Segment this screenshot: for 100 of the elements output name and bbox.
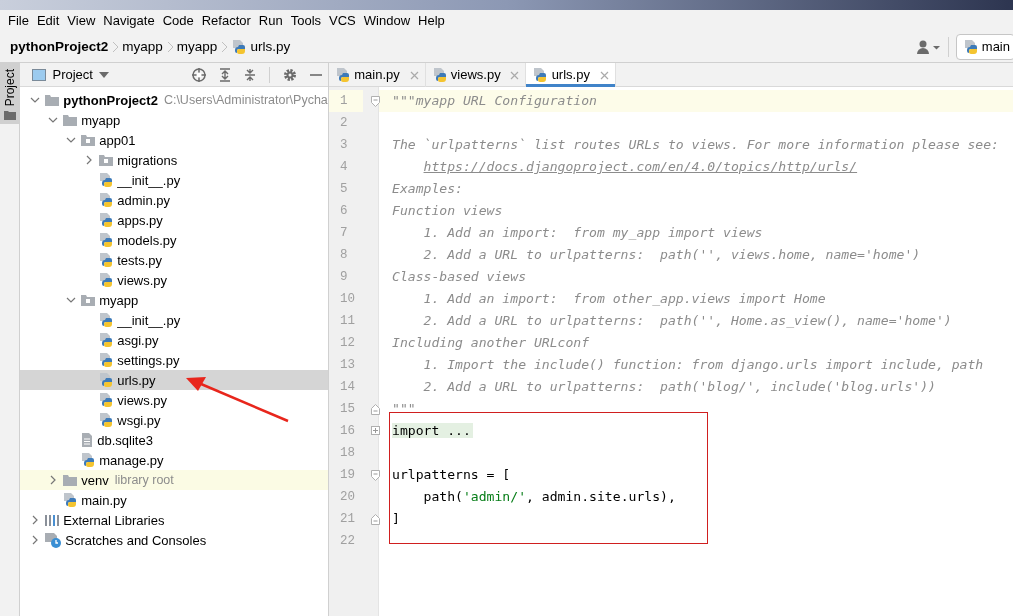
code-text: 'admin/'	[462, 489, 527, 505]
menu-item[interactable]: Tools	[286, 10, 326, 32]
python-file-icon	[80, 452, 96, 469]
line-number: 15	[339, 401, 356, 419]
tree-row[interactable]: urls.py	[20, 370, 328, 391]
menu-item[interactable]: Navigate	[99, 10, 159, 32]
line-number: 1	[329, 90, 363, 113]
unfold-marker-icon[interactable]	[371, 426, 380, 436]
code-text: path(	[422, 489, 463, 505]
code-comment: """myapp URL Configuration	[392, 93, 597, 109]
code-comment: 2. Add a URL to urlpatterns: path('', Home.as_view(), name='home')	[422, 313, 952, 329]
menu-item[interactable]: Refactor	[197, 10, 255, 32]
tree-row[interactable]: admin.py	[20, 190, 328, 211]
python-file-icon	[98, 252, 114, 269]
fold-marker-icon[interactable]	[371, 404, 380, 416]
code-comment: Class-based views	[392, 269, 526, 285]
expand-all-icon	[219, 67, 231, 82]
line-number: 18	[339, 445, 356, 463]
tree-row[interactable]: Scratches and Consoles	[20, 530, 328, 551]
line-number: 10	[339, 291, 356, 309]
package-folder-icon	[80, 133, 96, 148]
editor-tab[interactable]: urls.py	[526, 63, 616, 87]
settings-icon	[283, 67, 297, 82]
line-number: 2	[339, 115, 349, 133]
line-number: 5	[339, 181, 349, 199]
python-file-icon	[98, 392, 114, 409]
python-file-icon	[335, 67, 351, 83]
tree-row[interactable]: views.py	[20, 390, 328, 411]
menu-item[interactable]: File	[4, 10, 33, 32]
code-comment: 2. Add a URL to urlpatterns: path('blog/', include('blog.urls'))	[422, 379, 936, 395]
code-text: , admin.site.urls),	[526, 489, 676, 505]
code-comment: """	[392, 401, 416, 417]
python-file-icon	[62, 492, 78, 509]
python-file-icon	[231, 39, 248, 55]
code-comment: 1. Import the include() function: from django.urls import include, path	[422, 357, 984, 373]
menu-item[interactable]: Edit	[32, 10, 64, 32]
menu-item[interactable]: Run	[254, 10, 287, 32]
tree-row[interactable]: myapp	[20, 290, 328, 311]
tree-row[interactable]: __init__.py	[20, 170, 328, 191]
tree-row[interactable]: db.sqlite3	[20, 430, 328, 451]
fold-marker-icon[interactable]	[371, 514, 380, 526]
line-number: 7	[339, 225, 349, 243]
tree-row[interactable]: migrations	[20, 150, 328, 171]
line-number: 16	[339, 423, 356, 441]
close-icon[interactable]	[599, 70, 609, 80]
tree-row[interactable]: app01	[20, 130, 328, 151]
tree-row[interactable]: manage.py	[20, 450, 328, 471]
code-comment: 2. Add a URL to urlpatterns: path('', views.home, name='home')	[422, 247, 921, 263]
menu-item[interactable]: Window	[359, 10, 415, 32]
folder-icon	[62, 113, 78, 128]
minimize-icon	[310, 73, 322, 76]
python-file-icon	[98, 352, 114, 369]
code-comment: Examples:	[392, 181, 463, 197]
code-comment: The `urlpatterns` list routes URLs to views. For more information please see:	[392, 137, 999, 153]
tree-row[interactable]: apps.py	[20, 210, 328, 231]
docs-link[interactable]: https://docs.djangoproject.com/en/4.0/topics/http/urls/	[423, 159, 858, 175]
fold-marker-icon[interactable]	[371, 470, 380, 482]
menu-item[interactable]: VCS	[325, 10, 360, 32]
python-file-icon	[98, 212, 114, 229]
python-file-icon	[431, 67, 448, 83]
line-number: 19	[339, 467, 356, 485]
tree-row[interactable]: asgi.py	[20, 330, 328, 351]
python-file-icon	[98, 232, 114, 249]
line-number: 12	[339, 335, 356, 353]
python-file-icon	[98, 272, 114, 289]
library-icon	[44, 513, 60, 528]
tree-row[interactable]: venv library root	[20, 470, 328, 491]
line-number: 21	[339, 511, 356, 529]
close-icon[interactable]	[510, 70, 520, 80]
menu-item[interactable]: Code	[158, 10, 198, 32]
breadcrumb-item[interactable]: myapp	[176, 36, 218, 58]
project-tool-tab[interactable]: Project	[0, 63, 20, 124]
tree-row[interactable]: External Libraries	[20, 510, 328, 531]
python-file-icon	[98, 172, 114, 189]
python-file-icon	[98, 332, 114, 349]
breadcrumb-item[interactable]: myapp	[122, 36, 163, 58]
close-icon[interactable]	[409, 70, 419, 80]
folded-code[interactable]: import ...	[392, 423, 473, 439]
line-number: 3	[339, 137, 349, 155]
locate-icon	[192, 67, 206, 82]
menu-item[interactable]: View	[63, 10, 100, 32]
tree-row[interactable]: pythonProject2 C:\Users\Administrator\Pycha	[20, 90, 328, 111]
package-folder-icon	[98, 153, 114, 168]
line-number: 22	[339, 533, 356, 551]
tree-row[interactable]: __init__.py	[20, 310, 328, 331]
tree-row[interactable]: wsgi.py	[20, 410, 328, 431]
menu-item[interactable]: Help	[414, 10, 449, 32]
fold-marker-icon[interactable]	[371, 96, 380, 108]
text-file-icon	[80, 432, 94, 449]
tree-row[interactable]: main.py	[20, 490, 328, 511]
line-number: 9	[339, 269, 349, 287]
tree-row[interactable]: tests.py	[20, 250, 328, 271]
tree-row[interactable]: settings.py	[20, 350, 328, 371]
breadcrumb-item[interactable]: urls.py	[250, 36, 291, 58]
folder-icon	[4, 109, 16, 120]
breadcrumb-item[interactable]: pythonProject2	[10, 36, 109, 58]
tree-row[interactable]: myapp	[20, 110, 328, 131]
tree-row[interactable]: views.py	[20, 270, 328, 291]
tree-row[interactable]: models.py	[20, 230, 328, 251]
run-configuration-button[interactable]: main	[955, 34, 1013, 60]
